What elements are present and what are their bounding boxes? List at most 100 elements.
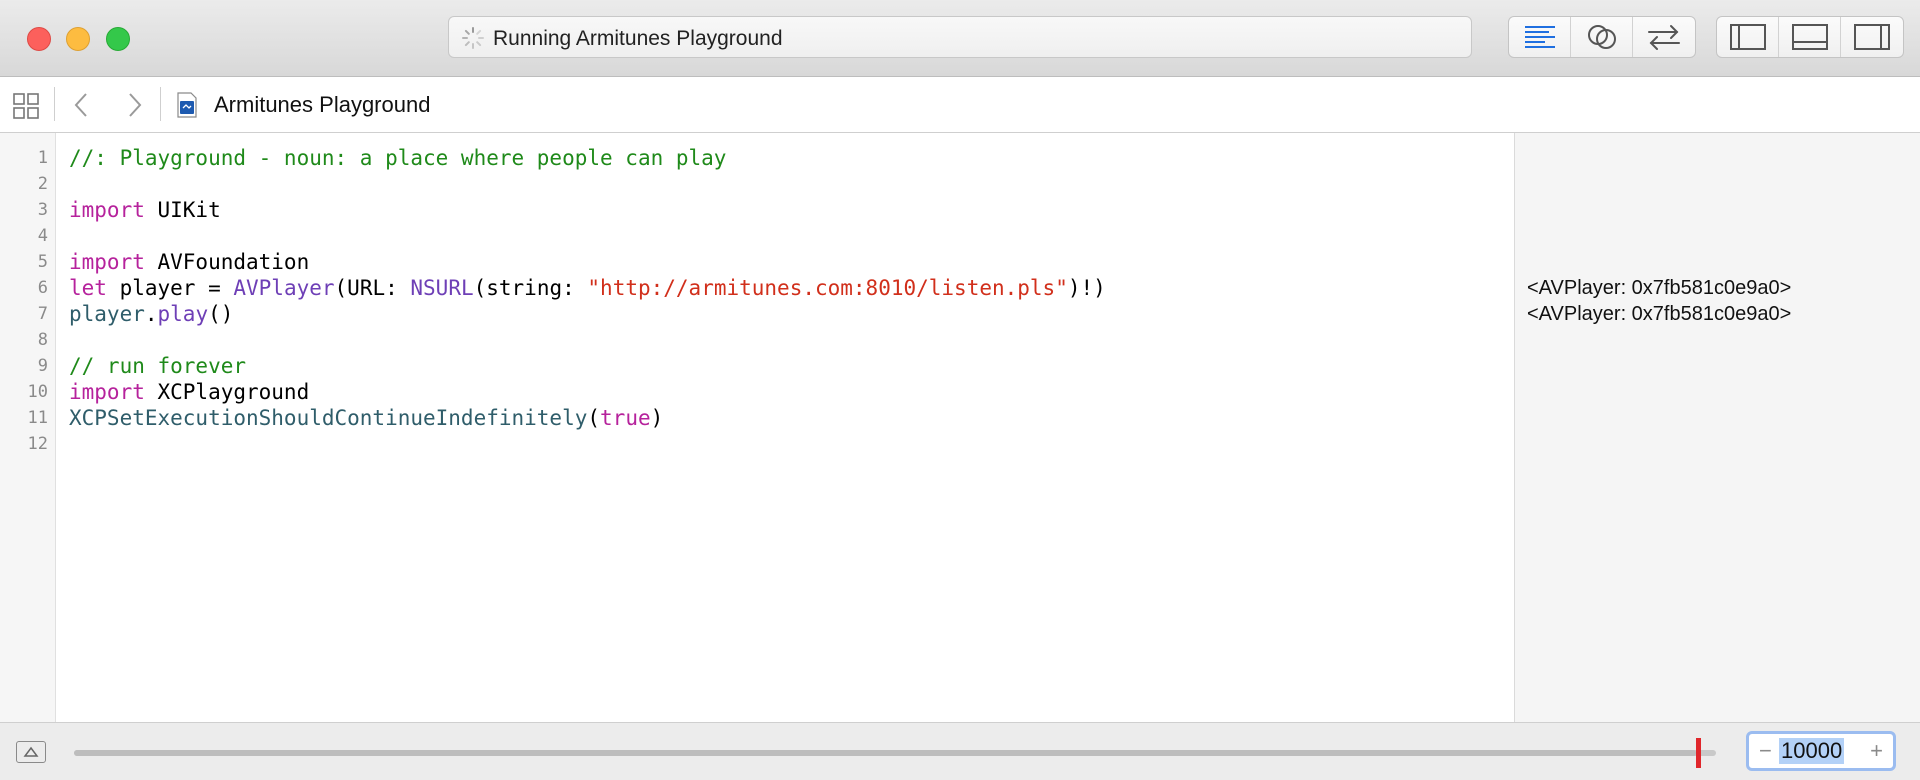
- code-token: )!): [1067, 276, 1106, 300]
- minimize-window-button[interactable]: [66, 27, 90, 51]
- code-token: let: [69, 276, 107, 300]
- duration-value[interactable]: 10000: [1779, 738, 1845, 764]
- code-line[interactable]: 9 // run forever: [0, 353, 1514, 379]
- code-line[interactable]: 1 //: Playground - noun: a place where pe…: [0, 145, 1514, 171]
- code-text[interactable]: // run forever: [69, 353, 246, 379]
- assistant-editor-button[interactable]: [1571, 17, 1633, 57]
- code-token: (string:: [473, 276, 588, 300]
- timeline-fill: [74, 750, 1696, 756]
- code-token: (URL:: [334, 276, 411, 300]
- code-line[interactable]: 8: [0, 327, 1514, 353]
- assistant-editor-icon: [1587, 25, 1616, 49]
- version-editor-button[interactable]: [1633, 17, 1695, 57]
- code-text[interactable]: //: Playground - noun: a place where peo…: [69, 145, 726, 171]
- line-number: 11: [27, 408, 48, 428]
- standard-editor-button[interactable]: [1509, 17, 1571, 57]
- code-line[interactable]: 10 import XCPlayground: [0, 379, 1514, 405]
- code-token: AVFoundation: [144, 250, 310, 274]
- forward-chevron-icon[interactable]: [124, 91, 146, 119]
- bottom-bar: − 10000 +: [0, 722, 1920, 780]
- playground-file-icon: [177, 92, 197, 118]
- code-text[interactable]: let player = AVPlayer(URL: NSURL(string:…: [69, 275, 1106, 301]
- code-token: import: [69, 198, 145, 222]
- line-number: 9: [37, 356, 48, 376]
- toggle-navigator-button[interactable]: [1717, 17, 1779, 57]
- line-number: 2: [37, 174, 48, 194]
- code-line[interactable]: 12: [0, 431, 1514, 457]
- timeline-playhead[interactable]: [1696, 738, 1701, 768]
- jump-bar-divider: [160, 87, 161, 121]
- code-token: //: Playground - noun: a place where peo…: [69, 146, 727, 170]
- line-number: 7: [37, 304, 48, 324]
- utilities-panel-icon: [1854, 24, 1890, 50]
- editor-mode-selector: [1508, 16, 1696, 58]
- code-line[interactable]: 7 player.play(): [0, 301, 1514, 327]
- back-chevron-icon[interactable]: [70, 91, 92, 119]
- code-token: import: [69, 250, 145, 274]
- toggle-utilities-button[interactable]: [1841, 17, 1903, 57]
- debug-panel-icon: [1791, 24, 1828, 50]
- code-text[interactable]: import AVFoundation: [69, 249, 309, 275]
- navigator-panel-icon: [1729, 24, 1766, 50]
- execution-timeline-slider[interactable]: [74, 738, 1716, 768]
- code-token: "http://armitunes.com:8010/listen.pls": [587, 276, 1068, 300]
- line-number: 4: [37, 226, 48, 246]
- code-line[interactable]: 5 import AVFoundation: [0, 249, 1514, 275]
- activity-status-text: Running Armitunes Playground: [493, 27, 783, 50]
- code-text[interactable]: player.play(): [69, 301, 233, 327]
- jump-bar-file-name[interactable]: Armitunes Playground: [214, 92, 430, 118]
- line-number: 12: [27, 434, 48, 454]
- code-token: // run forever: [69, 354, 247, 378]
- code-token: (: [587, 406, 601, 430]
- version-editor-icon: [1648, 25, 1680, 50]
- code-line[interactable]: 6 let player = AVPlayer(URL: NSURL(string…: [0, 275, 1514, 301]
- activity-view: Running Armitunes Playground: [448, 16, 1472, 58]
- line-number: 10: [27, 382, 48, 402]
- jump-bar: Armitunes Playground: [0, 77, 1920, 133]
- code-token: XCPlayground: [144, 380, 310, 404]
- increment-button[interactable]: +: [1870, 739, 1883, 763]
- related-items-grid-icon[interactable]: [12, 92, 40, 120]
- toggle-debug-area-button[interactable]: [1779, 17, 1841, 57]
- code-token: (): [208, 302, 234, 326]
- timeline-duration-stepper[interactable]: − 10000 +: [1746, 731, 1896, 771]
- line-number: 1: [37, 148, 48, 168]
- code-token: .: [144, 302, 158, 326]
- xcode-playground-window: Running Armitunes Playground Armitunes P…: [0, 0, 1920, 780]
- code-text[interactable]: import UIKit: [69, 197, 221, 223]
- source-editor[interactable]: 1 //: Playground - noun: a place where pe…: [0, 133, 1514, 722]
- code-line[interactable]: 2: [0, 171, 1514, 197]
- decrement-button[interactable]: −: [1759, 739, 1772, 763]
- panel-visibility-selector: [1716, 16, 1904, 58]
- spinner-icon: [462, 27, 484, 49]
- code-text[interactable]: import XCPlayground: [69, 379, 309, 405]
- code-line[interactable]: 11 XCPSetExecutionShouldContinueIndefinit…: [0, 405, 1514, 431]
- code-token: UIKit: [144, 198, 221, 222]
- code-line[interactable]: 4: [0, 223, 1514, 249]
- result-value[interactable]: <AVPlayer: 0x7fb581c0e9a0>: [1527, 301, 1791, 327]
- line-number: 5: [37, 252, 48, 272]
- results-sidebar: <AVPlayer: 0x7fb581c0e9a0> <AVPlayer: 0x7…: [1514, 133, 1920, 722]
- code-token: AVPlayer: [233, 276, 335, 300]
- code-line[interactable]: 3 import UIKit: [0, 197, 1514, 223]
- line-number: 3: [37, 200, 48, 220]
- title-bar: Running Armitunes Playground: [0, 0, 1920, 77]
- zoom-window-button[interactable]: [106, 27, 130, 51]
- line-number: 8: [37, 330, 48, 350]
- result-value[interactable]: <AVPlayer: 0x7fb581c0e9a0>: [1527, 275, 1791, 301]
- code-token: XCPSetExecutionShouldContinueIndefinitel…: [69, 406, 588, 430]
- code-text[interactable]: XCPSetExecutionShouldContinueIndefinitel…: [69, 405, 663, 431]
- code-token: NSURL: [410, 276, 474, 300]
- show-debug-area-button[interactable]: [16, 741, 46, 763]
- close-window-button[interactable]: [27, 27, 51, 51]
- standard-editor-icon: [1524, 26, 1555, 48]
- code-token: import: [69, 380, 145, 404]
- triangle-up-icon: [23, 746, 39, 757]
- code-token: true: [600, 406, 651, 430]
- code-token: player: [69, 302, 145, 326]
- code-token: ): [650, 406, 664, 430]
- jump-bar-divider: [54, 87, 55, 121]
- code-token: player =: [106, 276, 234, 300]
- code-token: play: [157, 302, 209, 326]
- line-number: 6: [37, 278, 48, 298]
